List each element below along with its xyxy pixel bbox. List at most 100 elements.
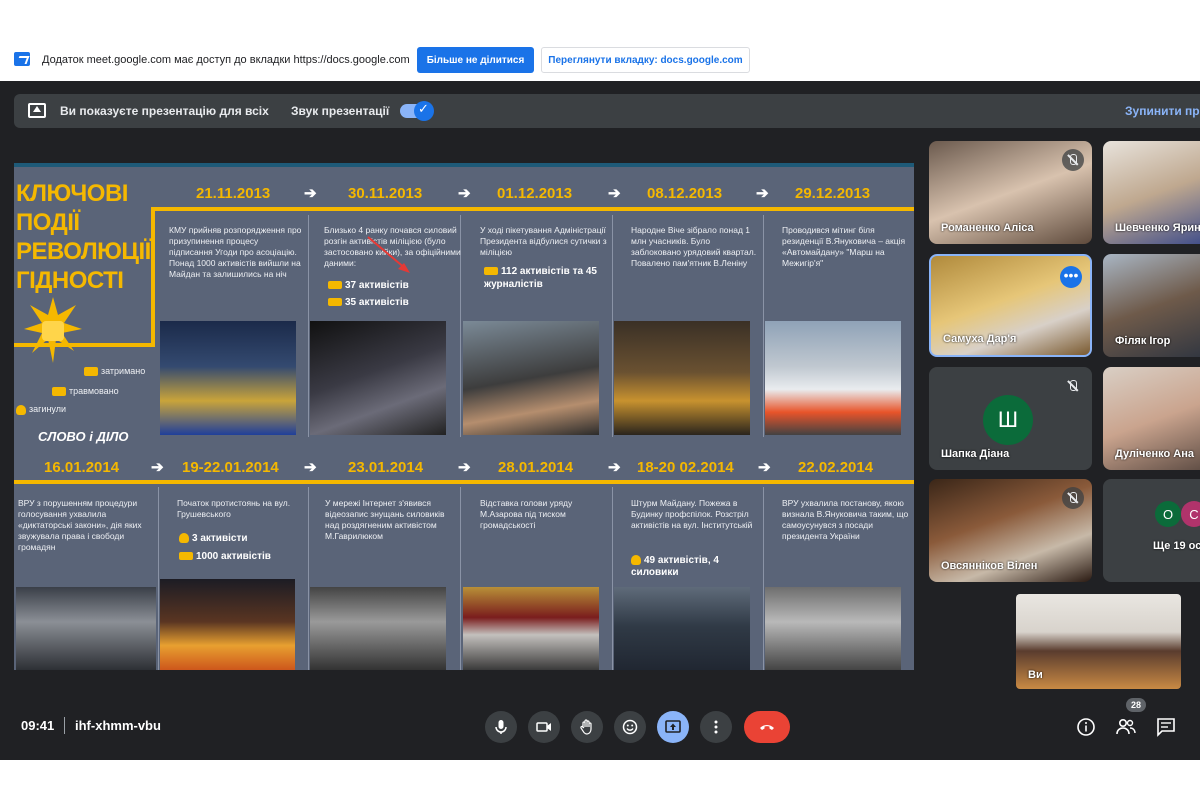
grushevskogo-fire-photo	[160, 579, 295, 670]
more-participants-label: Ще 19 ос	[1153, 540, 1200, 552]
arrow-right-icon: ➔	[151, 459, 164, 476]
date-08-12-2013: 08.12.2013	[647, 185, 723, 202]
date-21-11-2013: 21.11.2013	[196, 185, 271, 202]
event-text: Штурм Майдану. Пожежа в Будинку профспіл…	[631, 498, 753, 530]
hang-up-icon	[760, 725, 774, 730]
end-call-button[interactable]	[744, 711, 790, 743]
avatar: Ш	[983, 395, 1033, 445]
timeline-bar-1	[151, 207, 914, 211]
detained-icon	[84, 367, 98, 377]
event-text: Відставка голови уряду М.Азарова під тис…	[480, 498, 573, 530]
legend-killed: загинули	[16, 404, 66, 415]
participant-tile[interactable]: Ш Шапка Діана	[929, 367, 1092, 470]
timeline-bar-1-join	[14, 343, 155, 347]
more-options-icon[interactable]: •••	[1060, 266, 1082, 288]
sharing-infobar: Додаток meet.google.com має доступ до вк…	[0, 40, 1200, 80]
slovo-i-dilo-logo: СЛОВО і ДІЛО	[38, 429, 129, 444]
participant-tile-active[interactable]: ••• Самуха Дар'я	[929, 254, 1092, 357]
participant-name: Шевченко Ярина	[1115, 222, 1200, 234]
participant-name: Романенко Аліса	[941, 222, 1034, 234]
presented-slide: КЛЮЧОВІ ПОДІЇ РЕВОЛЮЦІЇ ГІДНОСТІ затрима…	[14, 163, 914, 670]
participant-name: Шапка Діана	[941, 448, 1010, 460]
stat-killed: 3 активісти	[179, 533, 247, 544]
participant-tile[interactable]: Шевченко Ярина	[1103, 141, 1200, 244]
maidan-assault-photo	[614, 587, 750, 670]
date-22-02-2014: 22.02.2014	[798, 459, 874, 476]
stop-presenting-link[interactable]: Зупинити пре	[1125, 104, 1200, 118]
skull-icon	[631, 555, 641, 566]
arrow-right-icon: ➔	[458, 185, 471, 202]
more-options-button[interactable]	[700, 711, 732, 743]
arrow-right-icon: ➔	[608, 459, 621, 476]
raise-hand-button[interactable]	[571, 711, 603, 743]
maidan-night-photo	[160, 321, 296, 435]
participants-count-badge: 28	[1126, 698, 1146, 712]
arrow-right-icon: ➔	[304, 459, 317, 476]
view-tab-button[interactable]: Переглянути вкладку: docs.google.com	[541, 47, 750, 73]
info-icon[interactable]	[1076, 717, 1096, 737]
parliament-vote-photo	[16, 587, 156, 670]
participant-tile[interactable]: Дуліченко Ана	[1103, 367, 1200, 470]
chat-icon[interactable]	[1156, 717, 1176, 737]
camera-button[interactable]	[528, 711, 560, 743]
divider	[64, 717, 65, 734]
presentation-sound-label: Звук презентації	[291, 104, 390, 118]
participant-tile[interactable]: Романенко Аліса	[929, 141, 1092, 244]
participant-tile[interactable]: Філяк Ігор	[1103, 254, 1200, 357]
present-screen-icon	[28, 103, 46, 118]
arrow-right-icon: ➔	[458, 459, 471, 476]
self-view-tile[interactable]: Ви	[1016, 594, 1181, 689]
mic-off-icon	[1062, 149, 1084, 171]
present-button[interactable]	[657, 711, 689, 743]
date-23-01-2014: 23.01.2014	[348, 459, 424, 476]
stat-injured: 112 активістів та 45 журналістів	[484, 266, 597, 290]
automaidan-photo	[765, 321, 901, 435]
event-text: У ході пікетування Адміністрації Президе…	[480, 225, 607, 257]
date-16-01-2014: 16.01.2014	[44, 459, 120, 476]
page-bottom-strip	[0, 760, 1200, 800]
arrow-right-icon: ➔	[304, 185, 317, 202]
timeline-bar-1-vertical	[151, 207, 155, 347]
date-30-11-2013: 30.11.2013	[348, 185, 423, 202]
meeting-time: 09:41	[21, 718, 55, 733]
timeline-bar-2	[14, 480, 914, 484]
injured-icon	[52, 387, 66, 397]
stop-sharing-button[interactable]: Більше не ділитися	[417, 47, 534, 73]
date-01-12-2013: 01.12.2013	[497, 185, 573, 202]
more-participants-tile[interactable]: О С Ще 19 ос	[1103, 479, 1200, 582]
presenting-bar: Ви показуєте презентацію для всіх Звук п…	[14, 94, 1200, 128]
hand-icon	[580, 719, 592, 735]
microphone-button[interactable]	[485, 711, 517, 743]
participant-name: Філяк Ігор	[1115, 335, 1171, 347]
self-name: Ви	[1028, 669, 1043, 681]
event-text: Народне Віче зібрало понад 1 млн учасник…	[631, 225, 757, 268]
legend-injured: травмовано	[52, 386, 119, 397]
people-icon[interactable]	[1115, 717, 1137, 737]
event-text: Початок протистоянь на вул. Грушевського	[177, 498, 291, 519]
clashes-photo	[463, 321, 599, 435]
injured-icon	[179, 552, 193, 561]
mic-off-icon	[1062, 487, 1084, 509]
arrow-right-icon: ➔	[756, 185, 769, 202]
stat-injured: 1000 активістів	[179, 551, 271, 562]
avatar: С	[1181, 501, 1200, 527]
presenting-message: Ви показуєте презентацію для всіх	[60, 104, 269, 118]
presentation-sound-toggle[interactable]	[400, 101, 434, 121]
present-screen-icon	[665, 720, 681, 733]
event-text: Проводився мітинг біля резиденції В.Янук…	[782, 225, 906, 268]
gavryliuk-photo	[310, 587, 446, 670]
event-text: КМУ прийняв розпорядження про призупинен…	[169, 225, 302, 279]
reactions-button[interactable]	[614, 711, 646, 743]
participant-name: Дуліченко Ана	[1115, 448, 1194, 460]
tab-share-icon	[14, 52, 30, 66]
event-text: ВРУ з порушенням процедури голосування у…	[18, 498, 142, 552]
participant-tile[interactable]: Овсянніков Вілен	[929, 479, 1092, 582]
skull-icon	[179, 533, 189, 544]
avatar: О	[1155, 501, 1181, 527]
stat-detained: 35 активістів	[328, 297, 409, 308]
injured-icon	[484, 267, 498, 276]
participant-name: Самуха Дар'я	[943, 333, 1017, 345]
arrow-right-icon: ➔	[758, 459, 771, 476]
meeting-code[interactable]: ihf-xhmm-vbu	[75, 718, 161, 733]
stat-killed: 49 активістів, 4 силовики	[631, 555, 719, 578]
